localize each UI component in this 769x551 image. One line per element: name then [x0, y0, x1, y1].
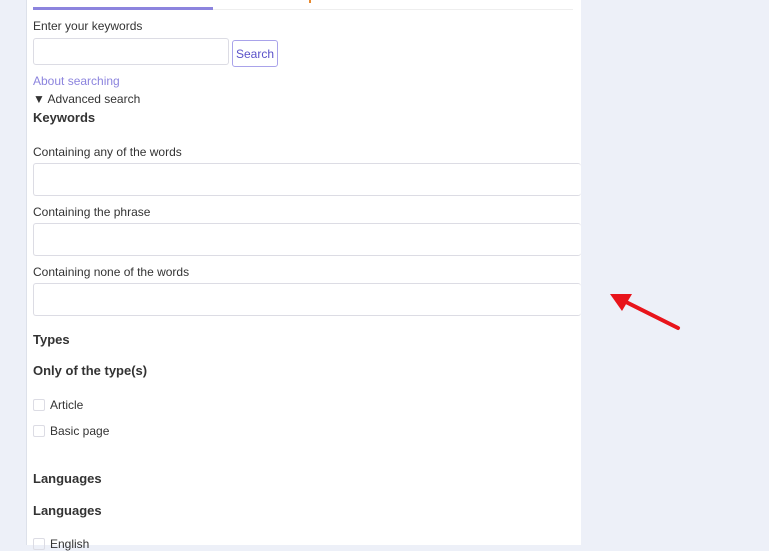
red-arrow-annotation: [610, 294, 680, 330]
